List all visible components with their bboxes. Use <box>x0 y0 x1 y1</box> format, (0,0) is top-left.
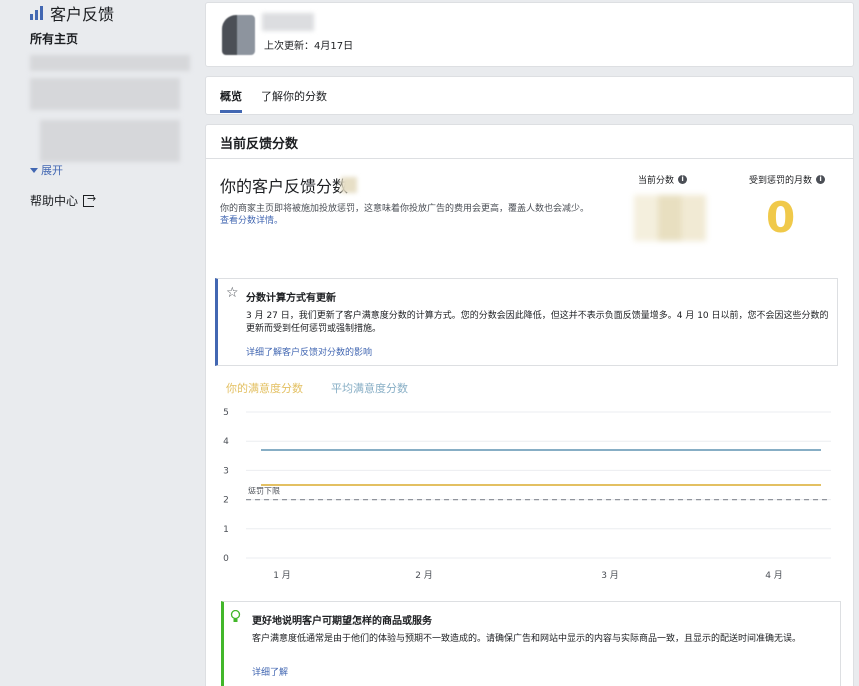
score-title-blur <box>341 177 357 193</box>
current-score-label-text: 当前分数 <box>638 176 675 186</box>
last-update-text: 上次更新：4月17日 <box>264 41 354 52</box>
y-tick-label: 2 <box>223 496 229 506</box>
notice-title: 分数计算方式有更新 <box>246 293 336 304</box>
score-line-chart: 0 1 2 3 4 5 惩罚下限 1 月 2 月 3 月 4 月 <box>223 408 831 581</box>
tab-understand-score[interactable]: 了解你的分数 <box>261 88 327 104</box>
tip-learn-more-link[interactable]: 详细了解 <box>252 665 288 678</box>
star-icon: ☆ <box>226 285 239 301</box>
y-tick-label: 1 <box>223 525 229 535</box>
x-tick-label: 3 月 <box>601 570 619 581</box>
x-tick-label: 4 月 <box>765 570 783 581</box>
tip-card: 更好地说明客户可期望怎样的商品或服务 客户满意度低通常是由于他们的体验与预期不一… <box>221 601 841 686</box>
expand-pages-button[interactable]: 展开 <box>30 162 63 178</box>
divider <box>206 158 853 159</box>
score-details-link[interactable]: 查看分数详情。 <box>220 216 283 226</box>
update-notice: ☆ 分数计算方式有更新 3 月 27 日，我们更新了客户满意度分数的计算方式。您… <box>215 278 838 366</box>
info-icon[interactable]: i <box>678 175 688 184</box>
page-list-item[interactable] <box>30 78 180 110</box>
threshold-label: 惩罚下限 <box>248 486 280 496</box>
score-description: 你的商家主页即将被施加投放惩罚，这意味着你投放广告的费用会更高，覆盖人数也会减少… <box>220 203 600 227</box>
info-icon[interactable]: i <box>816 175 826 184</box>
tab-bar: 概览 了解你的分数 <box>205 76 854 115</box>
all-pages-heading: 所有主页 <box>30 32 79 46</box>
y-tick-label: 3 <box>223 466 229 476</box>
notice-link[interactable]: 详细了解客户反馈对分数的影响 <box>246 345 372 358</box>
score-title: 你的客户反馈分数 <box>220 177 349 196</box>
x-tick-label: 2 月 <box>415 570 433 581</box>
sidebar: 客户反馈 所有主页 展开 帮助中心 <box>0 0 203 686</box>
help-center-label: 帮助中心 <box>30 194 79 208</box>
bar-chart-icon <box>30 6 43 20</box>
app-title: 客户反馈 <box>30 1 114 25</box>
feedback-score-card: 当前反馈分数 你的客户反馈分数 你的商家主页即将被施加投放惩罚，这意味着你投放广… <box>205 124 854 686</box>
page-name <box>262 13 314 31</box>
score-description-text: 你的商家主页即将被施加投放惩罚，这意味着你投放广告的费用会更高，覆盖人数也会减少… <box>220 204 590 214</box>
penalty-months-label-text: 受到惩罚的月数 <box>749 176 813 186</box>
lightbulb-icon <box>230 610 241 622</box>
page-header-card: 上次更新：4月17日 <box>205 2 854 67</box>
page-list-item[interactable] <box>30 55 190 71</box>
page-list-item[interactable] <box>40 120 180 162</box>
y-tick-label: 0 <box>223 554 229 564</box>
section-title: 当前反馈分数 <box>220 137 299 152</box>
current-score-value <box>634 195 706 241</box>
help-center-link[interactable]: 帮助中心 <box>30 192 96 209</box>
expand-label: 展开 <box>41 164 63 177</box>
y-tick-label: 5 <box>223 408 229 418</box>
tip-body: 客户满意度低通常是由于他们的体验与预期不一致造成的。请确保广告和网站中显示的内容… <box>252 634 802 644</box>
current-score-label: 当前分数 i <box>638 173 688 186</box>
penalty-months-value: 0 <box>766 193 796 242</box>
legend-average-score[interactable]: 平均满意度分数 <box>331 380 408 396</box>
y-tick-label: 4 <box>223 437 229 447</box>
avatar[interactable] <box>222 15 255 55</box>
tip-title: 更好地说明客户可期望怎样的商品或服务 <box>252 616 432 627</box>
x-tick-label: 1 月 <box>273 570 291 581</box>
app-title-text: 客户反馈 <box>50 5 115 24</box>
legend-your-score[interactable]: 你的满意度分数 <box>226 380 303 396</box>
notice-body: 3 月 27 日，我们更新了客户满意度分数的计算方式。您的分数会因此降低，但这并… <box>246 311 829 334</box>
caret-down-icon <box>30 167 38 173</box>
penalty-months-label: 受到惩罚的月数 i <box>749 173 826 186</box>
external-link-icon <box>83 192 96 207</box>
tab-overview[interactable]: 概览 <box>220 88 242 113</box>
